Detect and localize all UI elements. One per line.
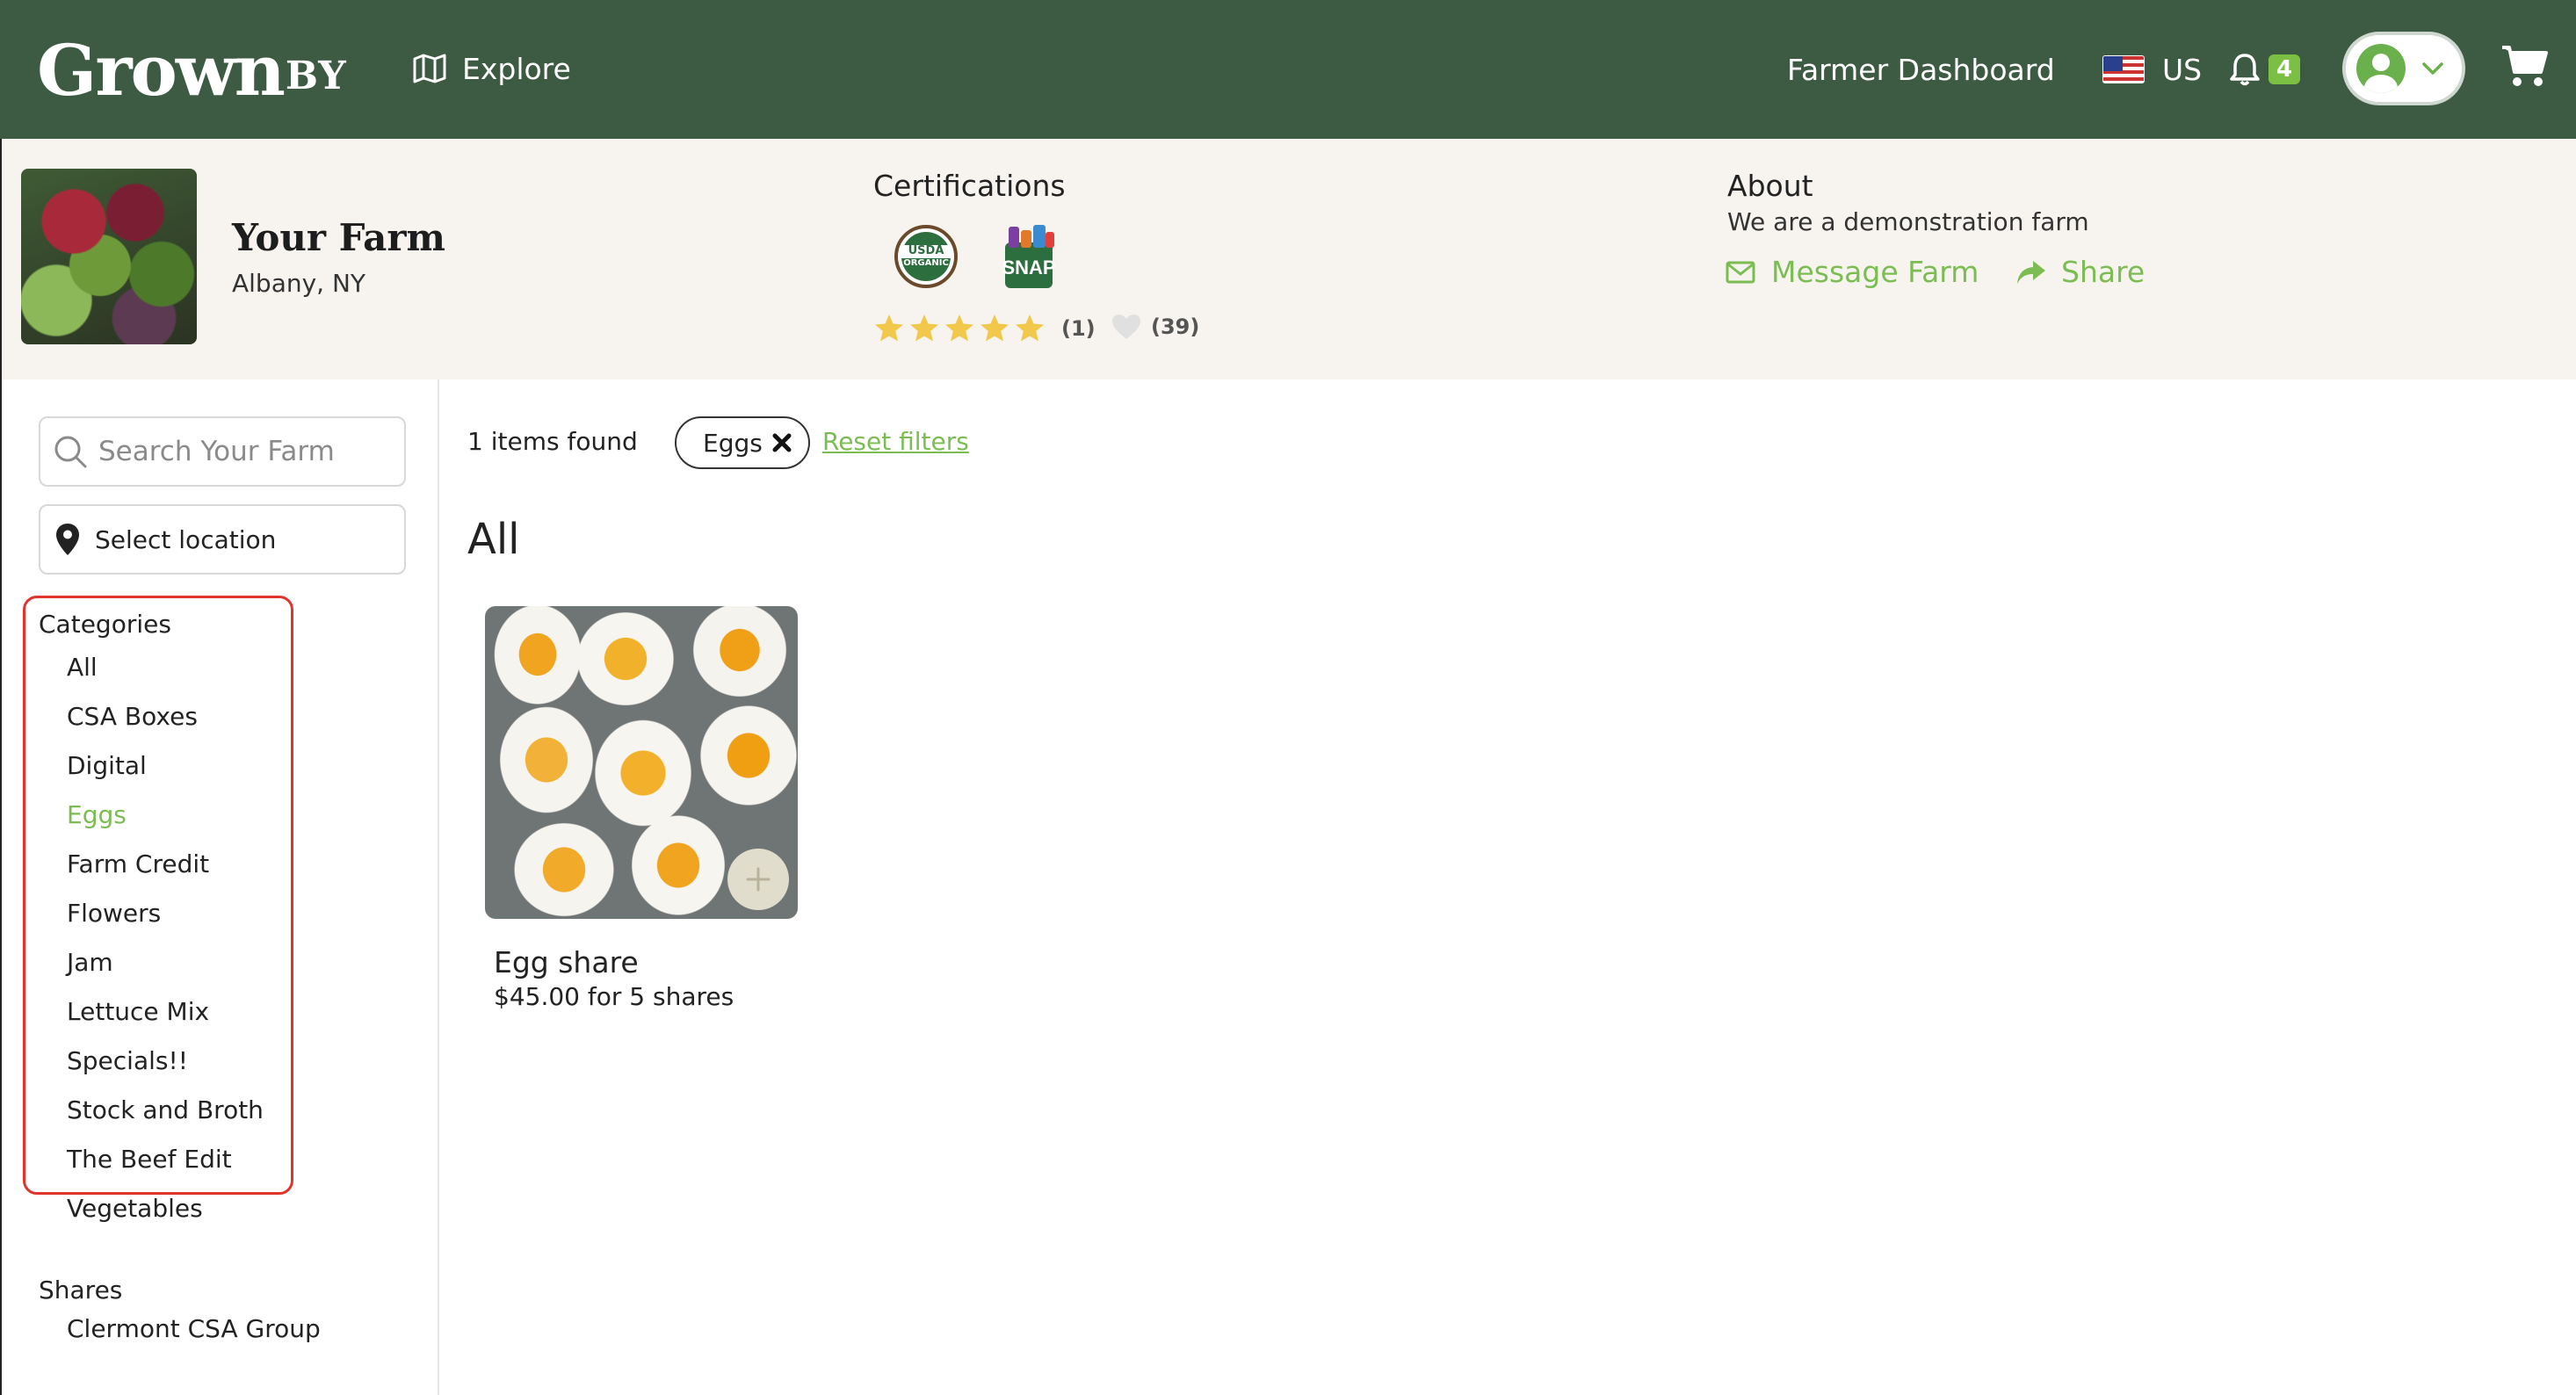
location-label: Select location (95, 524, 277, 554)
share-arrow-icon (2017, 260, 2045, 284)
account-menu-button[interactable] (2342, 32, 2465, 105)
star-icon (875, 314, 1044, 342)
location-selector[interactable]: Select location (39, 504, 406, 575)
plus-icon (746, 867, 771, 892)
country-label: US (2162, 52, 2203, 87)
organic-label: ORGANIC (903, 257, 949, 268)
categories-list: All CSA Boxes Digital Eggs Farm Credit F… (67, 643, 264, 1233)
certifications-title: Certifications (873, 169, 1066, 203)
category-item-flowers[interactable]: Flowers (67, 889, 264, 938)
likes-count: (39) (1151, 314, 1200, 339)
farm-location: Albany, NY (232, 269, 366, 298)
category-item-eggs[interactable]: Eggs (67, 791, 264, 840)
farm-info-band: Your Farm Albany, NY (0, 139, 2576, 379)
favorite-button[interactable]: (39) (1111, 313, 1199, 341)
cart-button[interactable] (2500, 44, 2548, 93)
heart-icon (1112, 314, 1140, 339)
close-icon[interactable] (771, 432, 792, 453)
product-price: $45.00 for 5 shares (494, 982, 734, 1011)
search-icon (54, 436, 87, 468)
category-item-stock-and-broth[interactable]: Stock and Broth (67, 1086, 264, 1135)
filter-chip-label: Eggs (703, 428, 763, 458)
section-title: All (467, 515, 520, 564)
category-item-digital[interactable]: Digital (67, 741, 264, 791)
sidebar: Select location Categories All CSA Boxes… (0, 379, 439, 1395)
cart-icon (2502, 46, 2548, 86)
items-found-count: 1 items found (467, 427, 638, 456)
notifications-button[interactable]: 4 (2228, 32, 2301, 107)
category-item-csa-boxes[interactable]: CSA Boxes (67, 692, 264, 741)
bell-icon (2230, 54, 2260, 86)
country-selector[interactable]: US (2102, 32, 2202, 107)
top-navigation-bar: Grown BY Explore Farmer Dashboard US 4 (0, 0, 2576, 139)
search-input[interactable] (98, 436, 397, 467)
map-icon (413, 54, 446, 83)
user-avatar-icon (2356, 44, 2406, 93)
map-pin-icon (56, 524, 79, 555)
category-item-all[interactable]: All (67, 643, 264, 692)
category-item-specials[interactable]: Specials!! (67, 1037, 264, 1086)
category-item-vegetables[interactable]: Vegetables (67, 1184, 264, 1233)
message-farm-label: Message Farm (1771, 255, 1979, 289)
explore-label: Explore (462, 51, 571, 86)
share-button[interactable]: Share (2015, 255, 2145, 289)
farmer-dashboard-link[interactable]: Farmer Dashboard (1787, 32, 2055, 107)
rating-count: (1) (1061, 316, 1096, 341)
grownby-logo[interactable]: Grown BY (37, 25, 347, 105)
flag-us-icon (2102, 55, 2145, 83)
search-field[interactable] (39, 416, 406, 487)
filter-chip-eggs[interactable]: Eggs (675, 416, 810, 469)
reset-filters-link[interactable]: Reset filters (822, 427, 969, 456)
snap-label: SNAP (1002, 257, 1055, 278)
product-name[interactable]: Egg share (494, 945, 639, 979)
category-item-the-beef-edit[interactable]: The Beef Edit (67, 1135, 264, 1184)
logo-by: BY (285, 54, 347, 98)
add-to-cart-button[interactable] (727, 849, 789, 910)
category-item-lettuce-mix[interactable]: Lettuce Mix (67, 987, 264, 1037)
envelope-icon (1726, 261, 1755, 283)
share-label: Share (2061, 255, 2145, 289)
farmer-dashboard-label: Farmer Dashboard (1787, 52, 2055, 87)
farm-name: Your Farm (232, 216, 445, 259)
share-item-clermont-csa-group[interactable]: Clermont CSA Group (67, 1314, 321, 1343)
logo-word: Grown (37, 29, 286, 112)
usda-organic-badge: USDA ORGANIC (894, 225, 958, 288)
about-text: We are a demonstration farm (1727, 207, 2089, 236)
categories-title: Categories (39, 610, 171, 639)
chevron-down-icon (2422, 62, 2443, 75)
explore-link[interactable]: Explore (413, 46, 571, 91)
message-farm-button[interactable]: Message Farm (1726, 255, 1979, 289)
usda-label: USDA (901, 245, 951, 258)
star-rating[interactable]: (1) (873, 313, 1096, 344)
notification-count-badge: 4 (2268, 54, 2301, 84)
snap-badge: SNAP (998, 223, 1060, 290)
about-title: About (1727, 169, 1813, 203)
category-item-jam[interactable]: Jam (67, 938, 264, 987)
category-item-farm-credit[interactable]: Farm Credit (67, 840, 264, 889)
farm-photo (21, 169, 197, 344)
shares-title: Shares (39, 1276, 123, 1305)
